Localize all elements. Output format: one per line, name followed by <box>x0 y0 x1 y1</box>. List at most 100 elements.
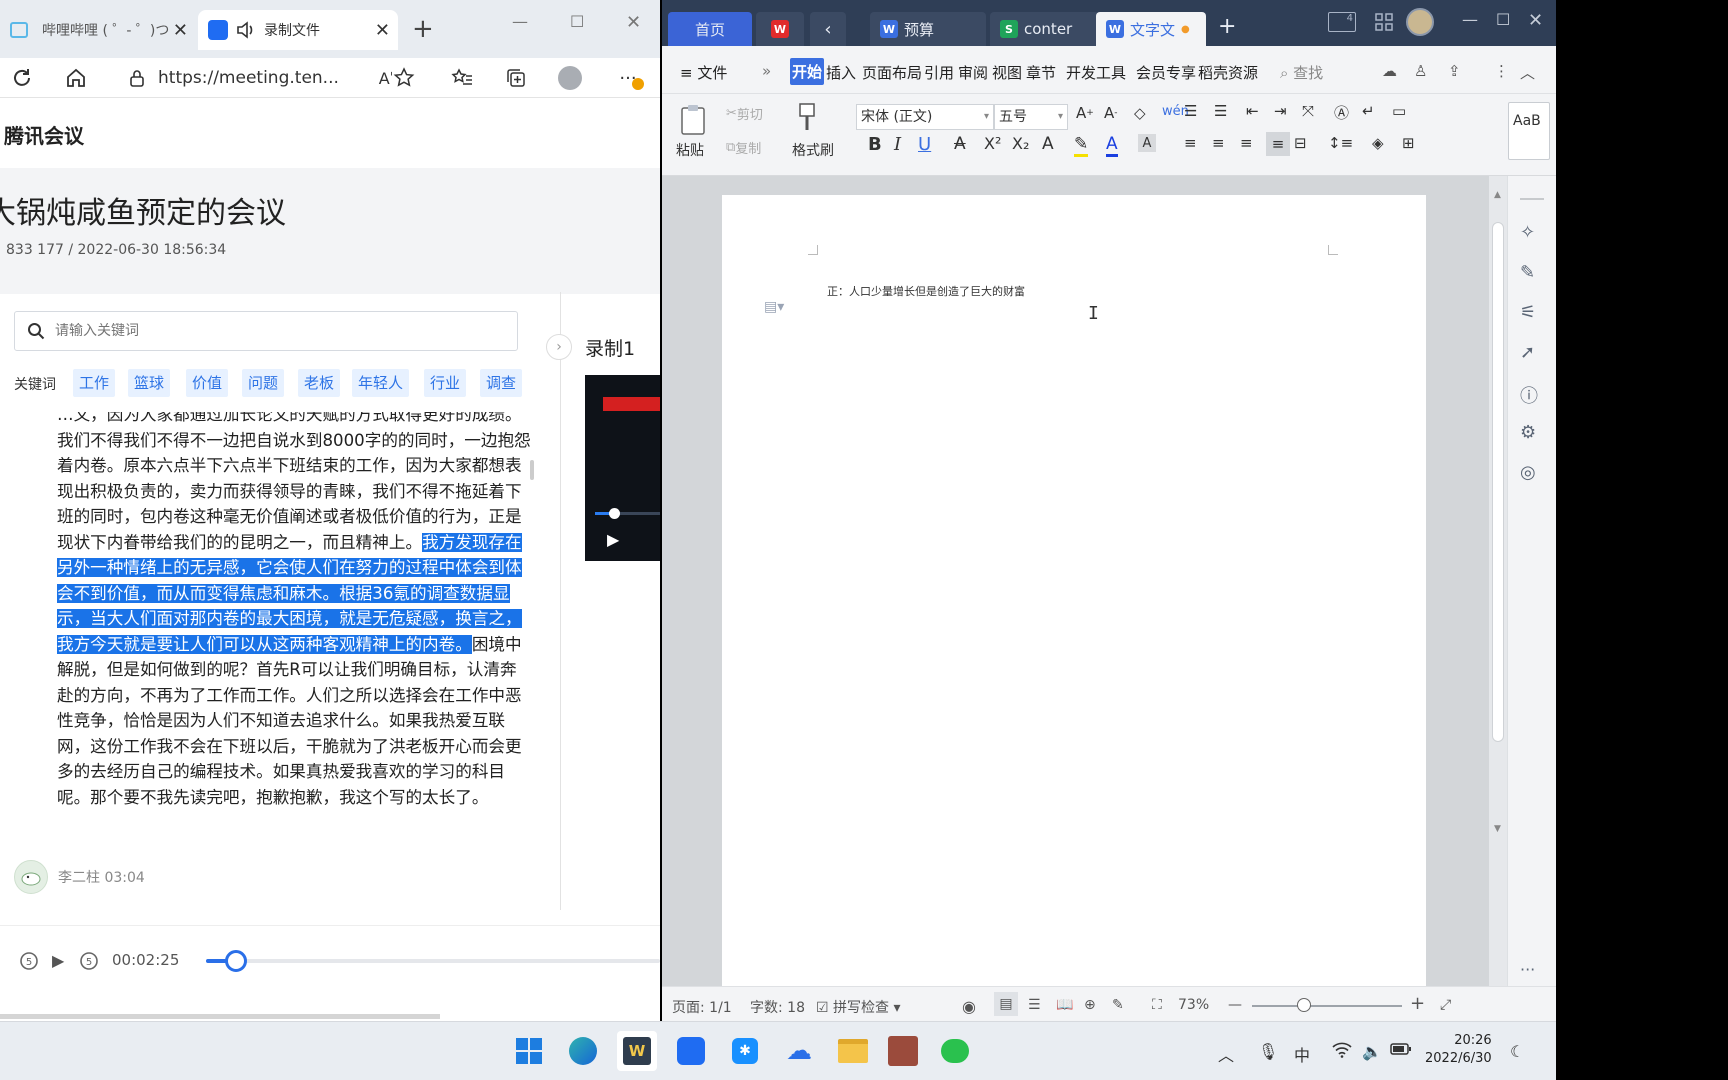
grow-font-icon[interactable]: A + <box>1076 104 1094 122</box>
menu-insert[interactable]: 插入 <box>826 62 856 83</box>
sort-icon[interactable]: Ⓐ <box>1334 102 1349 123</box>
dingtalk-icon[interactable]: ✱ <box>725 1031 765 1071</box>
collections-icon[interactable] <box>504 66 528 90</box>
play-icon[interactable]: ▶ <box>607 530 619 549</box>
tab-home[interactable]: 首页 <box>668 12 752 46</box>
cut-button[interactable]: ✂ 剪切 <box>726 104 763 123</box>
user-avatar[interactable] <box>1406 8 1434 36</box>
compass-icon[interactable]: ◎ <box>1520 462 1544 486</box>
zoom-slider-track[interactable] <box>1252 1005 1402 1007</box>
shading-icon[interactable]: ◈ <box>1372 134 1384 152</box>
progress-knob[interactable] <box>225 950 247 972</box>
align-center-icon[interactable]: ≡ <box>1212 134 1225 152</box>
video-thumbnail[interactable]: ▶ <box>585 375 660 561</box>
more-menu-icon[interactable]: ··· <box>616 66 644 90</box>
clear-format-icon[interactable]: ◇ <box>1134 104 1146 122</box>
start-button[interactable] <box>509 1031 549 1071</box>
night-mode-icon[interactable]: ☾ <box>1510 1042 1524 1061</box>
help-icon[interactable]: ⓘ <box>1520 382 1544 407</box>
italic-icon[interactable]: I <box>894 134 901 155</box>
add-favorite-icon[interactable] <box>392 66 416 90</box>
eye-protect-icon[interactable]: ◉ <box>962 997 976 1016</box>
transcript-text[interactable]: …文，因为大家都通过加长论文的天赋的方式取得更好的成绩。我们不得我们不得不一边把… <box>57 402 531 862</box>
paste-icon[interactable] <box>676 102 710 138</box>
battery-icon[interactable] <box>1390 1042 1412 1056</box>
cursor-icon[interactable]: ➚ <box>1520 342 1544 366</box>
file-menu[interactable]: ≡ 文件 <box>680 62 727 83</box>
outline-view-icon[interactable]: ☰ <box>1028 997 1041 1013</box>
speaker-icon[interactable] <box>236 21 256 39</box>
read-view-icon[interactable]: 📖 <box>1056 997 1073 1013</box>
menu-start[interactable]: 开始 <box>790 58 825 85</box>
text-effect-icon[interactable]: A <box>1042 134 1054 154</box>
wps-taskbar-icon[interactable]: W <box>617 1031 657 1071</box>
browser-tab-bilibili[interactable]: 哔哩哔哩 ( ゜- ゜)つ ✕ <box>0 10 196 50</box>
wifi-icon[interactable] <box>1332 1042 1352 1058</box>
menu-developer[interactable]: 开发工具 <box>1066 62 1126 83</box>
window-close-icon[interactable]: ✕ <box>626 12 641 33</box>
keyword-search[interactable] <box>14 311 518 351</box>
keyword-chip[interactable]: 调查 <box>480 369 523 397</box>
expand-menu-icon[interactable]: » <box>762 62 771 80</box>
vertical-scrollbar[interactable]: ▲ ▼ <box>1489 176 1507 986</box>
spell-check[interactable]: ☑ 拼写检查 ▾ <box>816 997 901 1017</box>
highlight-icon[interactable]: ✎ <box>1074 134 1089 157</box>
expand-panel-button[interactable]: › <box>546 334 572 360</box>
menu-chapter[interactable]: 章节 <box>1026 62 1056 83</box>
maximize-icon[interactable]: ☐ <box>1496 10 1510 29</box>
increase-indent-icon[interactable]: ⇥ <box>1274 102 1287 120</box>
fullscreen-icon[interactable]: ⤢ <box>1440 997 1451 1013</box>
font-size-select[interactable]: 五号 ▾ <box>994 104 1068 130</box>
refresh-icon[interactable] <box>10 66 34 90</box>
maximize-icon[interactable]: ☐ <box>570 12 584 31</box>
word-count[interactable]: 字数: 18 <box>750 997 805 1017</box>
cloud-sync-icon[interactable]: ☁ <box>1382 62 1397 80</box>
strikethrough-icon[interactable]: A <box>954 134 966 154</box>
pin-icon[interactable]: ✧ <box>1520 222 1544 246</box>
keyword-chip[interactable]: 问题 <box>242 369 285 397</box>
line-spacing-icon[interactable]: ↕≡ <box>1328 134 1353 152</box>
share-icon[interactable]: ⇪ <box>1448 62 1461 80</box>
profile-avatar[interactable] <box>558 66 582 90</box>
numbering-icon[interactable]: ☰ <box>1214 102 1227 120</box>
decrease-indent-icon[interactable]: ⇤ <box>1246 102 1259 120</box>
more-icon[interactable]: ··· <box>1520 960 1544 984</box>
tab-wps-app[interactable]: W <box>756 12 804 46</box>
zoom-level[interactable]: 73% <box>1178 997 1209 1013</box>
menu-page-layout[interactable]: 页面布局 <box>862 62 922 83</box>
distribute-icon[interactable]: ⊟ <box>1294 134 1307 152</box>
menu-docer[interactable]: 稻壳资源 <box>1198 62 1258 83</box>
keyword-chip[interactable]: 价值 <box>186 369 229 397</box>
zoom-in-icon[interactable]: + <box>1410 993 1425 1014</box>
home-icon[interactable] <box>64 66 88 90</box>
tools-icon[interactable]: ⚙ <box>1520 422 1544 446</box>
tab-document[interactable]: W 文字文 ● <box>1096 12 1206 46</box>
web-view-icon[interactable]: ⊕ <box>1084 997 1096 1013</box>
window-close-icon[interactable]: ✕ <box>1528 10 1543 31</box>
keyword-chip[interactable]: 行业 <box>424 369 467 397</box>
page-indicator[interactable]: 页面: 1/1 <box>672 997 732 1017</box>
zoom-slider-knob[interactable] <box>1297 998 1311 1012</box>
keyword-chip[interactable]: 年轻人 <box>352 369 410 397</box>
tab-back-icon[interactable]: ‹ <box>810 12 846 46</box>
borders-icon[interactable]: ⊞ <box>1402 134 1415 152</box>
underline-icon[interactable]: U <box>918 134 931 155</box>
rewind-5-icon[interactable]: 5 <box>18 950 40 972</box>
wechat-icon[interactable] <box>935 1031 975 1071</box>
style-preview[interactable]: AaB <box>1508 102 1550 160</box>
clock[interactable]: 20:26 2022/6/30 <box>1425 1032 1492 1068</box>
document-text[interactable]: 正：人口少量增长但是创造了巨大的财富 <box>827 283 1025 299</box>
photo-app-icon[interactable] <box>883 1031 923 1071</box>
bullets-icon[interactable]: ☰ <box>1184 102 1197 120</box>
transcript-scrollbar[interactable] <box>530 460 534 480</box>
paste-label[interactable]: 粘贴 <box>676 140 704 160</box>
ruler-icon[interactable]: ▭ <box>1392 102 1406 120</box>
menu-review[interactable]: 审阅 <box>958 62 988 83</box>
page-view-icon[interactable]: ▤ <box>994 992 1018 1016</box>
collapse-ribbon-icon[interactable]: ︿ <box>1520 62 1535 83</box>
menu-reference[interactable]: 引用 <box>924 62 954 83</box>
more-icon[interactable]: ⋮ <box>1494 62 1509 80</box>
show-marks-icon[interactable]: ↵ <box>1362 102 1375 120</box>
keyword-chip[interactable]: 篮球 <box>128 369 171 397</box>
zoom-out-icon[interactable]: — <box>1228 997 1242 1013</box>
